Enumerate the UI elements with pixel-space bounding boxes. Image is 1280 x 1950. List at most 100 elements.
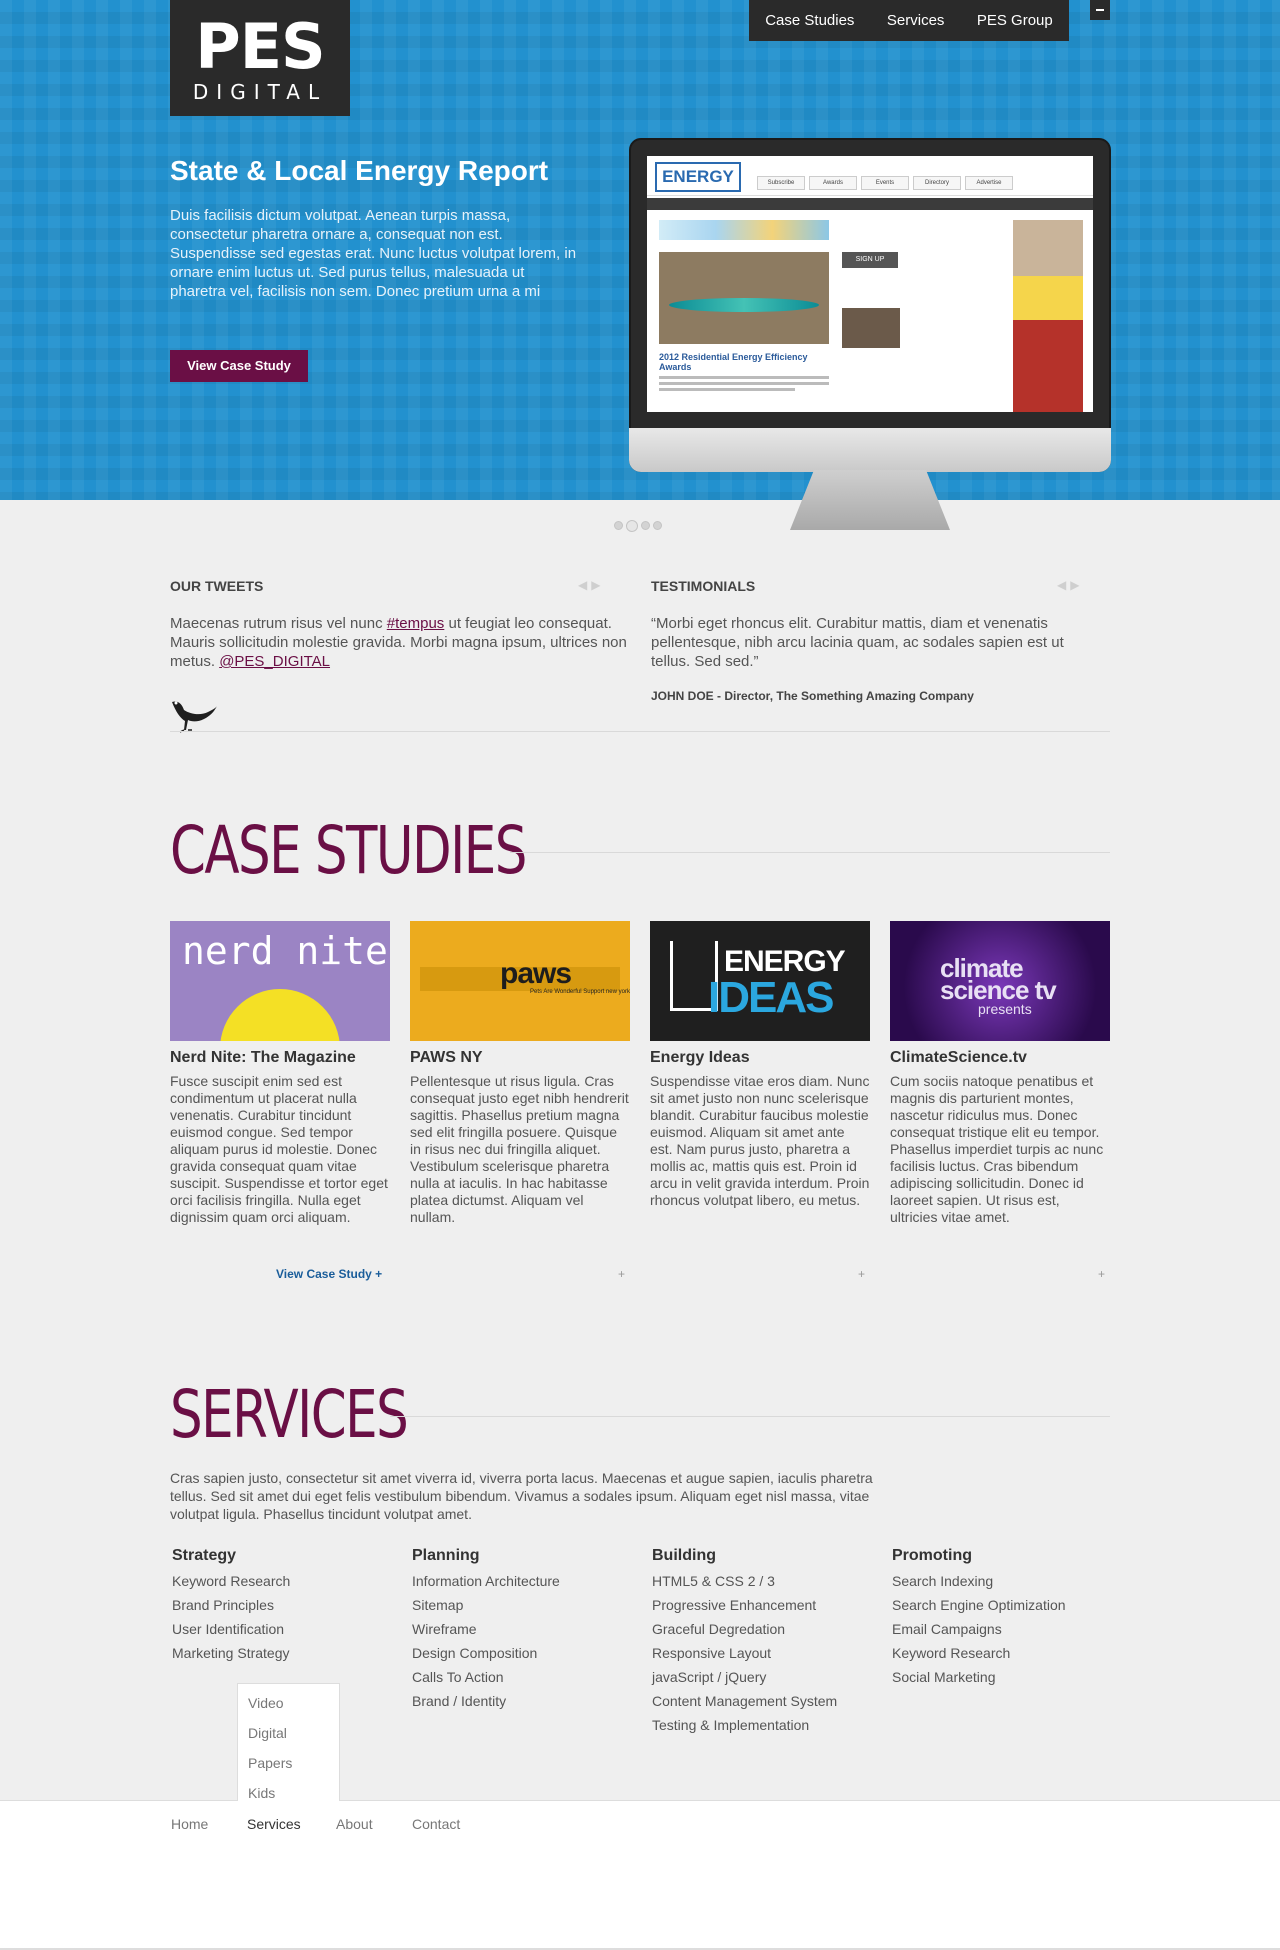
tweet-body: Maecenas rutrum risus vel nunc xyxy=(170,615,387,632)
monitor-screen-preview: ENERGY Subscribe Awards Events Directory… xyxy=(647,156,1093,412)
service-item[interactable]: Responsive Layout xyxy=(652,1641,837,1665)
screen-right-ads xyxy=(1013,220,1083,412)
case-title[interactable]: Energy Ideas xyxy=(650,1049,870,1067)
screen-energy-logo: ENERGY xyxy=(655,162,741,192)
slider-dot[interactable] xyxy=(641,521,650,530)
service-column-building: Building HTML5 & CSS 2 / 3 Progressive E… xyxy=(652,1547,837,1737)
case-card-energy-ideas: ENERGY IDEAS Energy Ideas Suspendisse vi… xyxy=(650,921,870,1209)
service-item[interactable]: Testing & Implementation xyxy=(652,1713,837,1737)
dropdown-item-kids[interactable]: Kids xyxy=(248,1778,339,1808)
award-wave-graphic xyxy=(669,298,819,312)
nav-services[interactable]: Services xyxy=(887,12,945,29)
footer-nav-home[interactable]: Home xyxy=(171,1816,208,1832)
screen-ad-2 xyxy=(1013,276,1083,320)
climate-science-thumbnail[interactable]: climate science tv presents xyxy=(890,921,1110,1041)
case-studies-rule xyxy=(510,852,1110,853)
expand-icon[interactable]: + xyxy=(618,1267,625,1281)
dropdown-item-digital[interactable]: Digital xyxy=(248,1718,339,1748)
view-case-study-button[interactable]: View Case Study xyxy=(170,350,308,382)
service-item[interactable]: Graceful Degredation xyxy=(652,1617,837,1641)
services-title: SERVICES xyxy=(170,1376,409,1453)
thumb-text: nerd nite xyxy=(182,929,388,973)
service-item[interactable]: Design Composition xyxy=(412,1641,560,1665)
case-card-paws: paws Pets Are Wonderful Support new york… xyxy=(410,921,630,1226)
service-item[interactable]: Social Marketing xyxy=(892,1665,1066,1689)
slider-dot-active[interactable] xyxy=(626,520,638,532)
service-item[interactable]: Wireframe xyxy=(412,1617,560,1641)
screen-caption: 2012 Residential Energy Efficiency Award… xyxy=(659,352,808,372)
service-item[interactable]: Content Management System xyxy=(652,1689,837,1713)
dropdown-item-papers[interactable]: Papers xyxy=(248,1748,339,1778)
service-column-planning: Planning Information Architecture Sitema… xyxy=(412,1547,560,1713)
screen-photo xyxy=(842,308,900,348)
service-item[interactable]: Search Indexing xyxy=(892,1569,1066,1593)
screen-mid-column: SIGN UP xyxy=(842,252,1000,348)
services-intro: Cras sapien justo, consectetur sit amet … xyxy=(170,1470,873,1522)
tweets-heading: OUR TWEETS xyxy=(170,578,264,594)
thumb-subtext: presents xyxy=(978,1001,1032,1017)
nerd-nite-thumbnail[interactable]: nerd nite xyxy=(170,921,390,1041)
case-title[interactable]: PAWS NY xyxy=(410,1049,630,1067)
service-item[interactable]: Sitemap xyxy=(412,1593,560,1617)
minimize-toggle[interactable] xyxy=(1090,0,1110,20)
service-item[interactable]: javaScript / jQuery xyxy=(652,1665,837,1689)
service-item[interactable]: Calls To Action xyxy=(412,1665,560,1689)
thumb-text: paws xyxy=(500,957,572,990)
service-item[interactable]: Keyword Research xyxy=(172,1569,290,1593)
screen-header: ENERGY Subscribe Awards Events Directory… xyxy=(647,156,1093,196)
footer-nav-contact[interactable]: Contact xyxy=(412,1816,460,1832)
view-case-study-link[interactable]: View Case Study + xyxy=(276,1267,382,1281)
service-item[interactable]: Progressive Enhancement xyxy=(652,1593,837,1617)
slider-dot[interactable] xyxy=(653,521,662,530)
service-item[interactable]: HTML5 & CSS 2 / 3 xyxy=(652,1569,837,1593)
monitor-stand xyxy=(790,470,950,530)
screen-navbar xyxy=(647,198,1093,210)
expand-icon[interactable]: + xyxy=(1098,1267,1105,1281)
screen-tab: Advertise xyxy=(965,176,1013,190)
service-column-strategy: Strategy Keyword Research Brand Principl… xyxy=(172,1547,290,1665)
case-studies-title: CASE STUDIES xyxy=(170,812,527,889)
slider-dots xyxy=(614,520,662,532)
service-item[interactable]: Email Campaigns xyxy=(892,1617,1066,1641)
case-title[interactable]: Nerd Nite: The Magazine xyxy=(170,1049,390,1067)
energy-ideas-thumbnail[interactable]: ENERGY IDEAS xyxy=(650,921,870,1041)
service-item[interactable]: Marketing Strategy xyxy=(172,1641,290,1665)
case-description: Cum sociis natoque penatibus et magnis d… xyxy=(890,1073,1104,1225)
twitter-handle-link[interactable]: @PES_DIGITAL xyxy=(219,653,330,670)
service-item[interactable]: Information Architecture xyxy=(412,1569,560,1593)
expand-icon[interactable]: + xyxy=(858,1267,865,1281)
service-item[interactable]: User Identification xyxy=(172,1617,290,1641)
section-divider xyxy=(170,731,1110,732)
footer-nav-about[interactable]: About xyxy=(336,1816,373,1832)
service-heading: Strategy xyxy=(172,1547,237,1564)
service-item[interactable]: Brand Principles xyxy=(172,1593,290,1617)
testimonial-quote: “Morbi eget rhoncus elit. Curabitur matt… xyxy=(651,615,1064,670)
nav-pes-group[interactable]: PES Group xyxy=(977,12,1053,29)
thumb-text-2: IDEAS xyxy=(708,973,834,1022)
logo-wordmark: PES xyxy=(195,10,325,83)
tweets-arrows[interactable]: ◀▶ xyxy=(578,578,604,592)
slider-dot[interactable] xyxy=(614,521,623,530)
thumb-subtext: Pets Are Wonderful Support new york xyxy=(530,989,630,995)
case-description: Suspendisse vitae eros diam. Nunc sit am… xyxy=(650,1073,870,1208)
service-item[interactable]: Search Engine Optimization xyxy=(892,1593,1066,1617)
hero-description: Duis facilisis dictum volutpat. Aenean t… xyxy=(170,207,577,300)
pes-digital-logo[interactable]: PES DIGITAL xyxy=(170,0,350,116)
logo-subtitle: DIGITAL xyxy=(192,80,328,104)
service-column-promoting: Promoting Search Indexing Search Engine … xyxy=(892,1547,1066,1689)
screen-banner xyxy=(659,220,829,240)
case-title[interactable]: ClimateScience.tv xyxy=(890,1049,1110,1067)
service-item[interactable]: Keyword Research xyxy=(892,1641,1066,1665)
testimonials-arrows[interactable]: ◀▶ xyxy=(1057,578,1083,592)
footer-nav-services[interactable]: Services xyxy=(247,1816,301,1832)
screen-tabs: Subscribe Awards Events Directory Advert… xyxy=(757,176,1013,190)
dropdown-item-video[interactable]: Video xyxy=(248,1688,339,1718)
nav-case-studies[interactable]: Case Studies xyxy=(765,12,854,29)
service-item[interactable]: Brand / Identity xyxy=(412,1689,560,1713)
tweet-hashtag-link[interactable]: #tempus xyxy=(387,615,445,632)
hero-title: State & Local Energy Report xyxy=(170,155,549,186)
thumb-text: climate science tv xyxy=(940,953,1057,1005)
case-description: Fusce suscipit enim sed est condimentum … xyxy=(170,1073,388,1225)
paws-thumbnail[interactable]: paws Pets Are Wonderful Support new york xyxy=(410,921,630,1041)
service-heading: Building xyxy=(652,1547,716,1564)
